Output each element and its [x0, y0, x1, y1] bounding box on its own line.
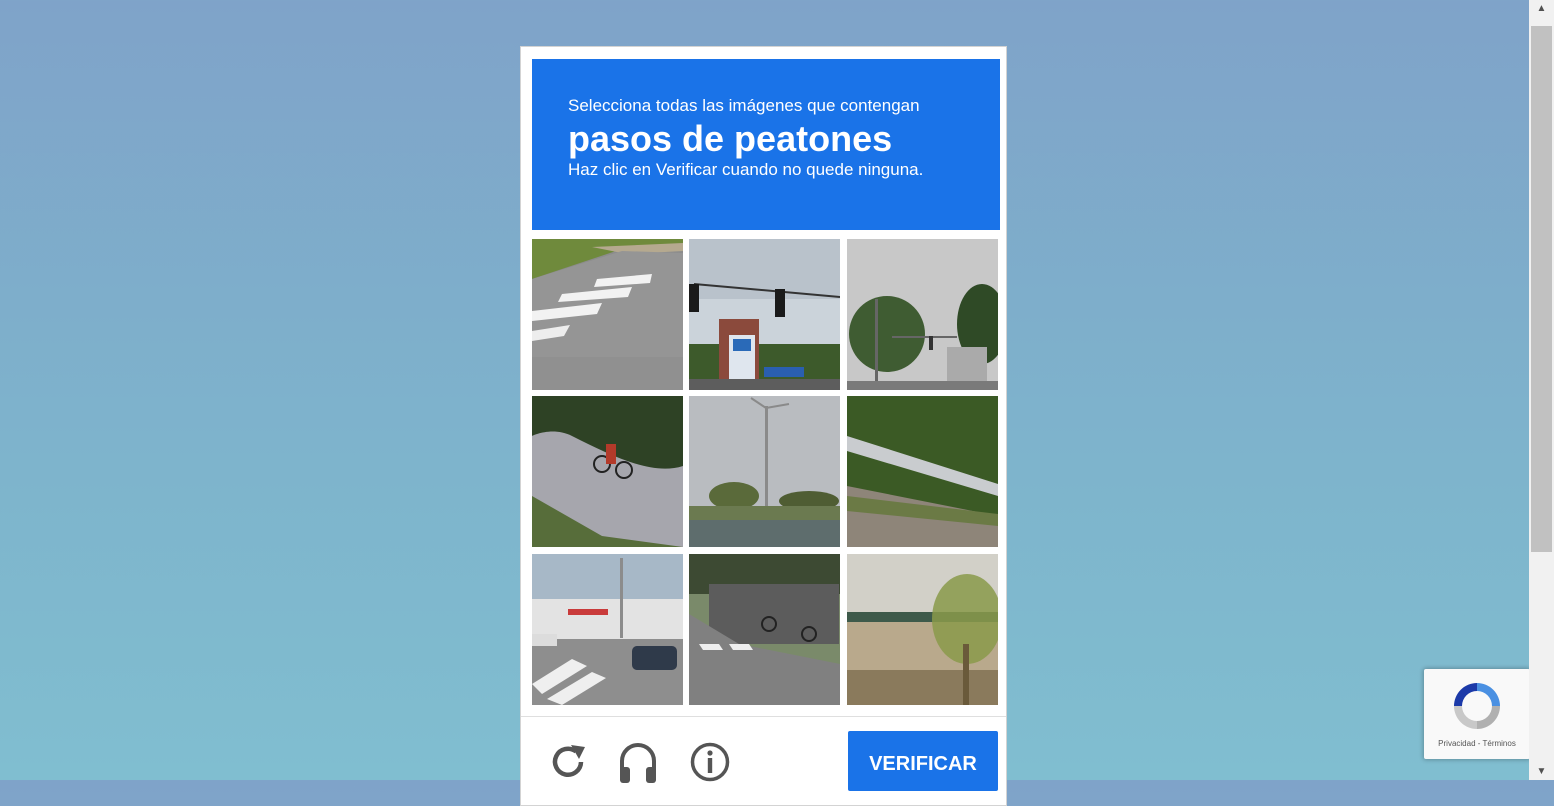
instruction-text: Selecciona todas las imágenes que conten…: [568, 96, 920, 115]
recaptcha-badge[interactable]: Privacidad - Términos: [1424, 669, 1530, 759]
scroll-thumb[interactable]: [1531, 26, 1552, 552]
reload-icon[interactable]: [547, 741, 589, 783]
challenge-header: Selecciona todas las imágenes que conten…: [532, 59, 1000, 230]
image-tile-8[interactable]: [689, 554, 840, 705]
hint-text: Haz clic en Verificar cuando no quede ni…: [568, 160, 924, 179]
image-tile-3[interactable]: [847, 239, 998, 390]
image-tile-1[interactable]: [532, 239, 683, 390]
footer-divider: [521, 716, 1006, 717]
target-object-text: pasos de peatones: [568, 118, 893, 159]
image-tile-5[interactable]: [689, 396, 840, 547]
headphones-icon[interactable]: [617, 741, 659, 783]
recaptcha-logo-icon: [1448, 677, 1506, 740]
image-tile-4[interactable]: [532, 396, 683, 547]
image-tile-7[interactable]: [532, 554, 683, 705]
image-tile-6[interactable]: [847, 396, 998, 547]
scroll-down-arrow-icon[interactable]: ▼: [1529, 763, 1554, 780]
captcha-challenge: Selecciona todas las imágenes que conten…: [520, 46, 1007, 806]
privacy-terms-links[interactable]: Privacidad - Términos: [1424, 739, 1530, 748]
image-tile-2[interactable]: [689, 239, 840, 390]
vertical-scrollbar[interactable]: ▲ ▼: [1529, 0, 1554, 780]
scroll-up-arrow-icon[interactable]: ▲: [1529, 0, 1554, 17]
verify-button[interactable]: VERIFICAR: [848, 731, 998, 791]
info-icon[interactable]: [689, 741, 731, 783]
image-grid: [532, 239, 1000, 707]
image-tile-9[interactable]: [847, 554, 998, 705]
